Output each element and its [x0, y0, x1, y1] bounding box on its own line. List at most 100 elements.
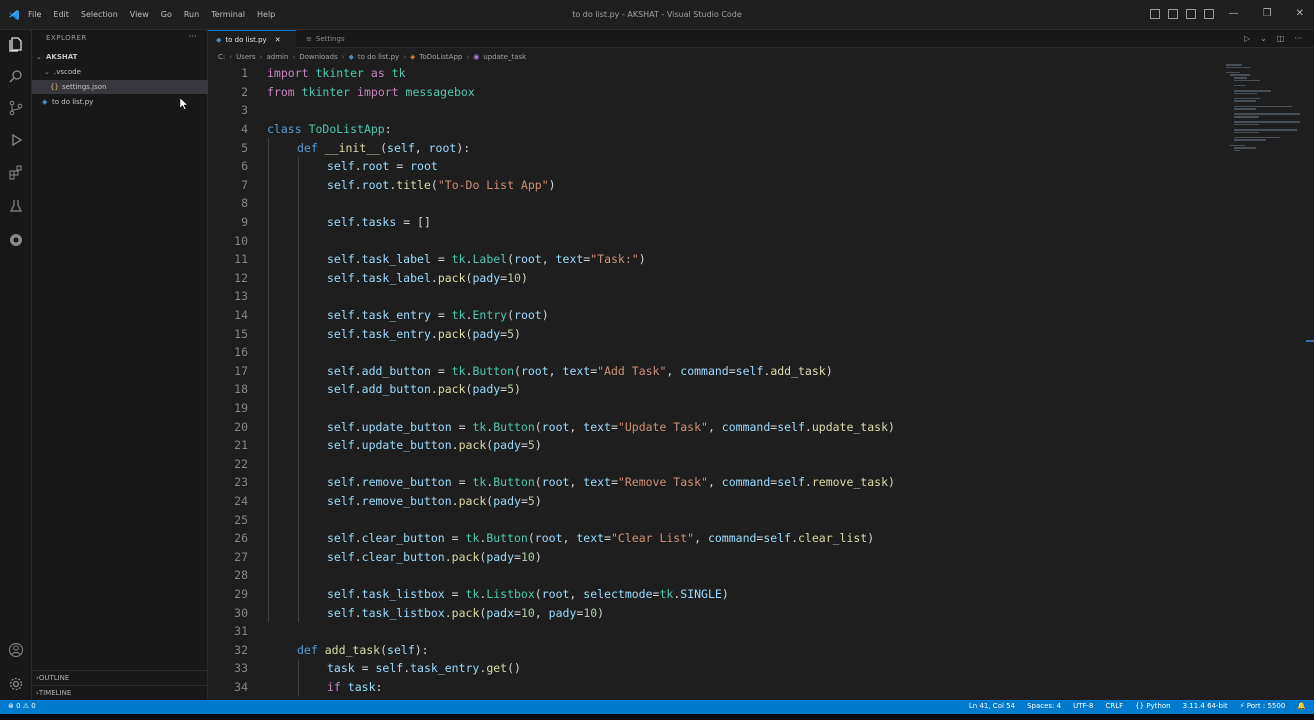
- minimap[interactable]: [1226, 64, 1302, 164]
- code-line[interactable]: 19: [208, 399, 1228, 418]
- live-server-port[interactable]: ⚡ Port : 5500: [1240, 702, 1286, 710]
- source-control-icon[interactable]: [6, 98, 26, 118]
- indentation[interactable]: Spaces: 4: [1027, 702, 1061, 710]
- timeline-section[interactable]: › TIMELINE: [32, 685, 208, 699]
- scrollbar-marker[interactable]: [1306, 340, 1314, 342]
- code-line[interactable]: 24 self.remove_button.pack(pady=5): [208, 492, 1228, 511]
- menu-file[interactable]: File: [28, 10, 41, 19]
- run-dropdown-icon[interactable]: ⌄: [1260, 34, 1267, 43]
- code-line[interactable]: 16: [208, 343, 1228, 362]
- code-line[interactable]: 1 import tkinter as tk: [208, 64, 1228, 83]
- code-line[interactable]: 27 self.clear_button.pack(pady=10): [208, 548, 1228, 567]
- line-code: self.clear_button = tk.Button(root, text…: [327, 531, 874, 545]
- python-interpreter[interactable]: 3.11.4 64-bit: [1183, 702, 1228, 710]
- code-line[interactable]: 15 self.task_entry.pack(pady=5): [208, 324, 1228, 343]
- code-line[interactable]: 14 self.task_entry = tk.Entry(root): [208, 306, 1228, 325]
- breadcrumb-item[interactable]: admin: [266, 53, 288, 61]
- tab-settings[interactable]: ≡ Settings: [298, 30, 358, 48]
- code-line[interactable]: 13: [208, 287, 1228, 306]
- encoding[interactable]: UTF-8: [1073, 702, 1093, 710]
- close-window-button[interactable]: ✕: [1296, 8, 1304, 19]
- menu-help[interactable]: Help: [257, 10, 275, 19]
- breadcrumb-item[interactable]: C:: [218, 53, 225, 61]
- code-line[interactable]: 12 self.task_label.pack(pady=10): [208, 269, 1228, 288]
- menu-go[interactable]: Go: [161, 10, 172, 19]
- code-token: (: [430, 177, 438, 192]
- breadcrumb-item[interactable]: to do list.py: [358, 53, 399, 61]
- code-line[interactable]: 23 self.remove_button = tk.Button(root, t…: [208, 473, 1228, 492]
- customize-layout-icon[interactable]: [1204, 9, 1214, 19]
- code-line[interactable]: 8: [208, 194, 1228, 213]
- extensions-icon[interactable]: [6, 162, 26, 182]
- code-line[interactable]: 32 def add_task(self):: [208, 641, 1228, 660]
- breadcrumb-item[interactable]: update_task: [483, 53, 526, 61]
- code-line[interactable]: 11 self.task_label = tk.Label(root, text=…: [208, 250, 1228, 269]
- language-mode[interactable]: {} Python: [1135, 702, 1170, 710]
- breadcrumb-item[interactable]: ToDoListApp: [419, 53, 462, 61]
- code-line[interactable]: 7 self.root.title("To-Do List App"): [208, 176, 1228, 195]
- code-editor[interactable]: 1 import tkinter as tk 2 from tkinter impor…: [208, 64, 1314, 700]
- toggle-secondary-sidebar-icon[interactable]: [1186, 9, 1196, 19]
- tree-item-settings-json[interactable]: {} settings.json: [32, 80, 208, 94]
- split-editor-icon[interactable]: ◫: [1277, 34, 1285, 43]
- menu-selection[interactable]: Selection: [81, 10, 118, 19]
- minimize-button[interactable]: —: [1229, 8, 1239, 19]
- code-token: .: [354, 382, 362, 397]
- python-icon[interactable]: [6, 230, 26, 250]
- code-token: add_button: [361, 363, 431, 378]
- tab-to-do-list-py[interactable]: ◆ to do list.py ✕: [208, 30, 296, 48]
- code-line[interactable]: 29 self.task_listbox = tk.Listbox(root, s…: [208, 585, 1228, 604]
- code-line[interactable]: 3: [208, 101, 1228, 120]
- maximize-button[interactable]: ❐: [1263, 8, 1272, 19]
- code-line[interactable]: 20 self.update_button = tk.Button(root, t…: [208, 417, 1228, 436]
- code-line[interactable]: 21 self.update_button.pack(pady=5): [208, 436, 1228, 455]
- toggle-sidebar-icon[interactable]: [1150, 9, 1160, 19]
- settings-gear-icon[interactable]: [6, 674, 26, 694]
- notifications-bell-icon[interactable]: 🔔: [1297, 702, 1306, 710]
- code-token: remove_button: [361, 494, 452, 509]
- breadcrumb-item[interactable]: Downloads: [299, 53, 337, 61]
- code-line[interactable]: 22: [208, 455, 1228, 474]
- code-line[interactable]: 4 class ToDoListApp:: [208, 120, 1228, 139]
- code-line[interactable]: 18 self.add_button.pack(pady=5): [208, 380, 1228, 399]
- explorer-more-icon[interactable]: ···: [188, 32, 197, 42]
- code-line[interactable]: 26 self.clear_button = tk.Button(root, te…: [208, 529, 1228, 548]
- tree-item-vscode-folder[interactable]: ⌄ .vscode: [32, 65, 208, 79]
- files-icon[interactable]: [6, 34, 26, 54]
- search-icon[interactable]: [6, 66, 26, 86]
- testing-icon[interactable]: [6, 196, 26, 216]
- menu-run[interactable]: Run: [184, 10, 199, 19]
- line-number: 20: [234, 419, 248, 434]
- code-line[interactable]: 28: [208, 566, 1228, 585]
- run-python-file-icon[interactable]: ▷: [1244, 34, 1250, 43]
- code-line[interactable]: 31: [208, 622, 1228, 641]
- code-line[interactable]: 2 from tkinter import messagebox: [208, 83, 1228, 102]
- run-debug-icon[interactable]: [6, 130, 26, 150]
- close-tab-icon[interactable]: ✕: [275, 36, 281, 44]
- workspace-root[interactable]: ⌄ AKSHAT: [32, 50, 208, 64]
- code-line[interactable]: 30 self.task_listbox.pack(padx=10, pady=1…: [208, 603, 1228, 622]
- toggle-panel-icon[interactable]: [1168, 9, 1178, 19]
- code-token: task: [327, 661, 355, 676]
- account-icon[interactable]: [6, 640, 26, 660]
- menu-view[interactable]: View: [130, 10, 149, 19]
- menu-edit[interactable]: Edit: [53, 10, 69, 19]
- code-line[interactable]: 10: [208, 231, 1228, 250]
- code-line[interactable]: 9 self.tasks = []: [208, 213, 1228, 232]
- code-line[interactable]: 17 self.add_button = tk.Button(root, text…: [208, 362, 1228, 381]
- code-line[interactable]: 25: [208, 510, 1228, 529]
- code-line[interactable]: 6 self.root = root: [208, 157, 1228, 176]
- line-endings[interactable]: CRLF: [1105, 702, 1123, 710]
- more-actions-icon[interactable]: ···: [1294, 34, 1302, 43]
- cursor-position[interactable]: Ln 41, Col 54: [969, 702, 1015, 710]
- code-line[interactable]: 33 task = self.task_entry.get(): [208, 659, 1228, 678]
- code-token: pady: [548, 605, 577, 620]
- menu-terminal[interactable]: Terminal: [211, 10, 245, 19]
- code-line[interactable]: 5 def __init__(self, root):: [208, 138, 1228, 157]
- problems-indicator[interactable]: ⊗ 0 ⚠ 0: [8, 702, 36, 710]
- outline-section[interactable]: › OUTLINE: [32, 670, 208, 684]
- python-file-icon: ◆: [216, 35, 222, 44]
- code-token: root: [541, 475, 570, 490]
- breadcrumb-item[interactable]: Users: [236, 53, 256, 61]
- code-line[interactable]: 34 if task:: [208, 678, 1228, 697]
